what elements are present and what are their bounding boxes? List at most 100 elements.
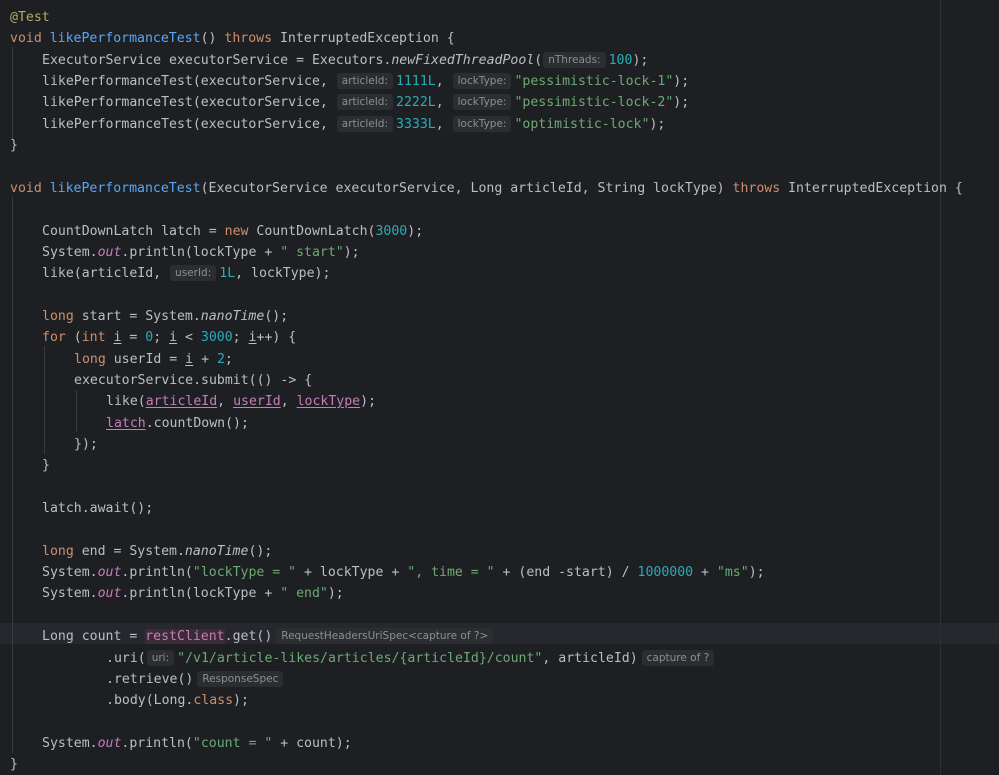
static-field: out <box>97 565 122 580</box>
code-line[interactable]: latch.await(); <box>10 498 153 519</box>
parameter-hint: articleId: <box>336 94 394 110</box>
code-line[interactable]: likePerformanceTest(executorService, art… <box>10 71 689 92</box>
code-text: start = System. <box>81 309 201 324</box>
code-line[interactable]: } <box>10 455 50 476</box>
code-text: + lockType + <box>296 565 408 580</box>
keyword: class <box>193 693 234 708</box>
code-line[interactable]: like(articleId, userId: 1L, lockType); <box>10 263 330 284</box>
code-line[interactable]: .retrieve() ResponseSpec <box>10 669 286 690</box>
number-literal: 2 <box>216 352 225 367</box>
keyword: for <box>42 330 74 345</box>
code-text: likePerformanceTest(executorService, <box>42 95 336 110</box>
code-text: System. <box>42 586 98 601</box>
code-text: likePerformanceTest(executorService, <box>42 117 336 132</box>
string-literal: ", time = " <box>407 565 495 580</box>
code-line[interactable]: CountDownLatch latch = new CountDownLatc… <box>10 221 423 242</box>
parameter-hint: lockType: <box>452 94 512 110</box>
code-line[interactable]: long start = System.nanoTime(); <box>10 306 288 327</box>
string-literal: "optimistic-lock" <box>514 117 650 132</box>
number-literal: 100 <box>608 53 633 68</box>
parameter-hint: lockType: <box>452 116 512 132</box>
code-text: .uri( <box>106 651 146 666</box>
parameter-hint: articleId: <box>336 116 394 132</box>
code-text: } <box>42 458 50 473</box>
code-text: , <box>217 394 234 409</box>
code-line[interactable]: .body(Long.class); <box>10 690 249 711</box>
code-text: ; <box>224 352 233 367</box>
code-text: CountDownLatch( <box>256 224 376 239</box>
keyword: new <box>224 224 257 239</box>
code-text: (ExecutorService executorService, Long a… <box>200 181 733 196</box>
code-line[interactable]: for (int i = 0; i < 3000; i++) { <box>10 327 296 348</box>
code-text: .println(lockType + <box>121 245 281 260</box>
code-line[interactable]: .uri(uri: "/v1/article-likes/articles/{ar… <box>10 648 717 669</box>
code-editor[interactable]: @Test void likePerformanceTest() throws I… <box>0 0 999 775</box>
type-hint: ResponseSpec <box>197 671 284 687</box>
code-line[interactable]: System.out.println(lockType + " end"); <box>10 583 344 604</box>
static-field: out <box>97 245 122 260</box>
code-line[interactable]: System.out.println("count = " + count); <box>10 733 352 754</box>
code-line[interactable]: long userId = i + 2; <box>10 349 233 370</box>
code-text: , <box>280 394 297 409</box>
code-text: , <box>435 117 452 132</box>
string-literal: "count = " <box>192 736 273 751</box>
code-line[interactable]: likePerformanceTest(executorService, art… <box>10 92 689 113</box>
code-line[interactable]: System.out.println(lockType + " start"); <box>10 242 360 263</box>
code-text: + <box>693 565 717 580</box>
code-line[interactable]: @Test <box>10 7 50 28</box>
static-method: newFixedThreadPool <box>391 53 535 68</box>
code-text: ); <box>327 586 344 601</box>
code-text: ++) { <box>256 330 297 345</box>
type-hint: RequestHeadersUriSpec<capture of ?> <box>276 628 494 644</box>
code-line[interactable]: latch.countDown(); <box>10 413 249 434</box>
code-line[interactable]: long end = System.nanoTime(); <box>10 541 272 562</box>
code-text: () <box>200 31 225 46</box>
code-text: like(articleId, <box>42 266 170 281</box>
parameter-hint: articleId: <box>336 73 394 89</box>
code-text: ( <box>73 330 82 345</box>
code-text: , lockType); <box>235 266 331 281</box>
method-name: likePerformanceTest <box>49 181 201 196</box>
code-line[interactable]: } <box>10 754 18 775</box>
code-line[interactable]: void likePerformanceTest(ExecutorService… <box>10 178 963 199</box>
code-text: + count); <box>272 736 352 751</box>
code-line[interactable]: ExecutorService executorService = Execut… <box>10 50 648 71</box>
static-field: out <box>97 736 122 751</box>
static-method: nanoTime <box>184 544 249 559</box>
right-margin-guide <box>940 0 941 775</box>
code-text: + <box>193 352 217 367</box>
code-line[interactable]: void likePerformanceTest() throws Interr… <box>10 28 455 49</box>
code-line[interactable]: likePerformanceTest(executorService, art… <box>10 114 665 135</box>
code-text: ); <box>748 565 765 580</box>
keyword: long <box>42 309 82 324</box>
code-text: end = System. <box>81 544 185 559</box>
captured-variable: latch <box>106 416 146 431</box>
code-text: }); <box>74 437 98 452</box>
type-hint: capture of ? <box>641 650 715 666</box>
code-text: ); <box>343 245 360 260</box>
code-text: ); <box>407 224 424 239</box>
keyword: int <box>81 330 114 345</box>
code-text: CountDownLatch latch = <box>42 224 225 239</box>
annotation: @Test <box>10 10 50 25</box>
string-literal: "/v1/article-likes/articles/{articleId}/… <box>177 651 543 666</box>
code-line[interactable]: Long count = restClient.get() RequestHead… <box>10 626 496 647</box>
code-text: likePerformanceTest(executorService, <box>42 74 336 89</box>
code-line[interactable]: System.out.println("lockType = " + lockT… <box>10 562 765 583</box>
keyword: void <box>10 181 50 196</box>
captured-variable: lockType <box>296 394 361 409</box>
field-reference: restClient <box>145 629 225 644</box>
code-text: , <box>435 95 452 110</box>
code-line[interactable]: executorService.submit(() -> { <box>10 370 312 391</box>
code-text: latch.await(); <box>42 501 154 516</box>
number-literal: 1L <box>219 266 236 281</box>
code-text: ); <box>673 95 690 110</box>
code-text: (); <box>264 309 289 324</box>
code-line[interactable]: like(articleId, userId, lockType); <box>10 391 376 412</box>
string-literal: "ms" <box>716 565 749 580</box>
code-line[interactable]: } <box>10 135 18 156</box>
code-text: ); <box>632 53 649 68</box>
parameter-hint: nThreads: <box>543 52 606 68</box>
parameter-hint: userId: <box>170 265 217 281</box>
code-line[interactable]: }); <box>10 434 98 455</box>
